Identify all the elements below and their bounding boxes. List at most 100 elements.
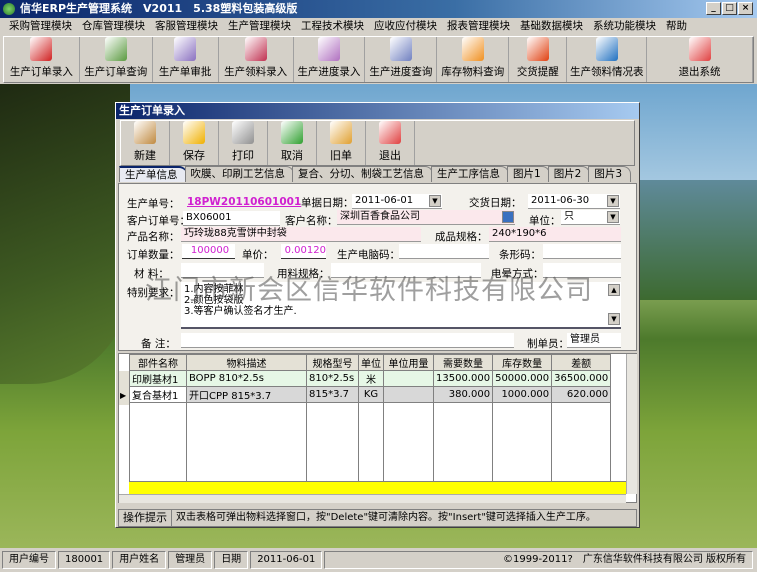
minimize-button[interactable]: _: [706, 2, 721, 15]
tab-item[interactable]: 图片1: [507, 166, 550, 182]
cust-name-input[interactable]: 深圳百香食品公司: [337, 210, 515, 225]
cust-order-input[interactable]: BX06001: [183, 211, 280, 226]
table-cell[interactable]: [383, 450, 434, 467]
chevron-down-icon[interactable]: ▼: [607, 211, 619, 223]
table-cell[interactable]: 36500.000: [551, 370, 612, 387]
menu-item[interactable]: 系统功能模块: [588, 18, 661, 35]
column-header[interactable]: 部件名称: [129, 354, 187, 371]
table-cell[interactable]: 印刷基材1: [129, 370, 187, 387]
table-cell[interactable]: [129, 450, 187, 467]
product-input[interactable]: 巧玲珑88克雪饼中封袋: [181, 227, 421, 242]
menu-item[interactable]: 帮助: [661, 18, 692, 35]
table-cell[interactable]: [492, 434, 553, 451]
toolbar-button[interactable]: 生产单审批: [153, 37, 219, 82]
horizontal-scrollbar[interactable]: [119, 494, 626, 503]
table-cell[interactable]: 13500.000: [432, 370, 494, 387]
empty-row[interactable]: [129, 434, 612, 451]
table-cell[interactable]: [186, 434, 307, 451]
toolbar-button[interactable]: 生产订单查询: [80, 37, 153, 82]
chevron-down-icon[interactable]: ▼: [429, 195, 441, 207]
tab-item[interactable]: 生产工序信息: [431, 166, 509, 182]
table-cell[interactable]: [492, 450, 553, 467]
lookup-icon[interactable]: [502, 211, 514, 223]
tab-item[interactable]: 图片3: [588, 166, 632, 182]
window-toolbar-button[interactable]: 旧单: [317, 121, 366, 165]
table-cell[interactable]: [306, 402, 359, 419]
delivery-date-select[interactable]: 2011-06-30 ▼: [528, 194, 620, 209]
table-row[interactable]: 印刷基材1 BOPP 810*2.5s 810*2.5s 米 13500.000 5000…: [129, 370, 612, 387]
table-cell[interactable]: [383, 418, 434, 435]
table-cell[interactable]: [432, 450, 494, 467]
pcode-input[interactable]: [399, 244, 489, 259]
toolbar-button[interactable]: 生产进度录入: [294, 37, 366, 82]
table-cell[interactable]: [551, 434, 612, 451]
table-cell[interactable]: [129, 434, 187, 451]
table-cell[interactable]: [551, 402, 612, 419]
table-row[interactable]: 复合基材1 开口CPP 815*3.7 815*3.7 KG 380.000 1000.0…: [129, 386, 612, 403]
qty-input[interactable]: 100000: [182, 244, 235, 259]
column-header[interactable]: 差额: [551, 354, 612, 371]
menu-item[interactable]: 工程技术模块: [296, 18, 369, 35]
toolbar-button[interactable]: 生产领料情况表: [567, 37, 648, 82]
table-cell[interactable]: [358, 402, 384, 419]
toolbar-button[interactable]: 交货提醒: [509, 37, 568, 82]
toolbar-button[interactable]: 生产订单录入: [4, 37, 80, 82]
window-toolbar-button[interactable]: 打印: [219, 121, 268, 165]
table-cell[interactable]: [492, 418, 553, 435]
table-cell[interactable]: [306, 418, 359, 435]
chevron-down-icon[interactable]: ▼: [607, 195, 619, 207]
column-header[interactable]: 单位用量: [383, 354, 434, 371]
table-cell[interactable]: [129, 402, 187, 419]
table-cell[interactable]: 50000.000: [492, 370, 553, 387]
window-toolbar-button[interactable]: 保存: [170, 121, 219, 165]
table-cell[interactable]: [186, 402, 307, 419]
menu-item[interactable]: 客服管理模块: [150, 18, 223, 35]
table-cell[interactable]: 810*2.5s: [306, 370, 359, 387]
remark-input[interactable]: [181, 333, 514, 348]
column-header[interactable]: 规格型号: [306, 354, 359, 371]
table-cell[interactable]: BOPP 810*2.5s: [186, 370, 307, 387]
window-toolbar-button[interactable]: 取消: [268, 121, 317, 165]
unit-select[interactable]: 只 ▼: [561, 210, 620, 225]
table-cell[interactable]: [383, 434, 434, 451]
window-toolbar-button[interactable]: 退出: [366, 121, 415, 165]
menu-item[interactable]: 采购管理模块: [4, 18, 77, 35]
column-header[interactable]: 物料描述: [186, 354, 307, 371]
table-cell[interactable]: [129, 418, 187, 435]
table-cell[interactable]: [383, 370, 434, 387]
table-cell[interactable]: [306, 434, 359, 451]
table-cell[interactable]: 米: [358, 370, 384, 387]
special-textarea[interactable]: 1.内容按菲林 2.颜色按袋版 3.等客户确认签名才生产. ▲ ▼: [181, 282, 621, 329]
vertical-scrollbar[interactable]: [626, 354, 637, 494]
scroll-down-icon[interactable]: ▼: [608, 313, 620, 325]
table-cell[interactable]: [432, 418, 494, 435]
table-cell[interactable]: [383, 386, 434, 403]
toolbar-button[interactable]: 生产领料录入: [219, 37, 294, 82]
table-cell[interactable]: 开口CPP 815*3.7: [186, 386, 307, 403]
doc-date-select[interactable]: 2011-06-01 ▼: [352, 194, 442, 209]
menu-item[interactable]: 生产管理模块: [223, 18, 296, 35]
toolbar-button[interactable]: 退出系统: [647, 37, 753, 82]
table-cell[interactable]: KG: [358, 386, 384, 403]
table-cell[interactable]: [432, 434, 494, 451]
table-cell[interactable]: 380.000: [432, 386, 494, 403]
table-cell[interactable]: [186, 418, 307, 435]
maximize-button[interactable]: □: [722, 2, 737, 15]
menu-item[interactable]: 报表管理模块: [442, 18, 515, 35]
mat-spec-input[interactable]: [331, 263, 481, 278]
spec-input[interactable]: 240*190*6: [489, 227, 621, 242]
tab-item[interactable]: 图片2: [547, 166, 591, 182]
table-cell[interactable]: [186, 450, 307, 467]
empty-row[interactable]: [129, 402, 612, 419]
toolbar-button[interactable]: 生产进度查询: [365, 37, 438, 82]
table-cell[interactable]: 复合基材1: [129, 386, 187, 403]
column-header[interactable]: 库存数量: [492, 354, 553, 371]
column-header[interactable]: 需要数量: [432, 354, 494, 371]
price-input[interactable]: 0.00120: [281, 244, 326, 259]
table-cell[interactable]: [358, 434, 384, 451]
scroll-up-icon[interactable]: ▲: [608, 284, 620, 296]
window-toolbar-button[interactable]: 新建: [121, 121, 170, 165]
table-cell[interactable]: [551, 418, 612, 435]
barcode-input[interactable]: [543, 244, 621, 259]
empty-row[interactable]: [129, 418, 612, 435]
